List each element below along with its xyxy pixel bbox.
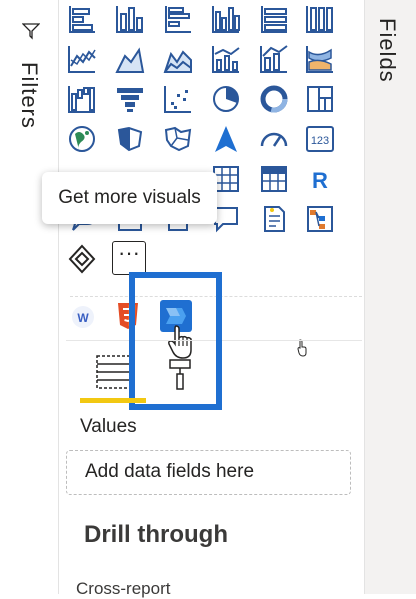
azure-map-icon[interactable] [211, 124, 241, 154]
waterfall-chart-icon[interactable] [67, 84, 97, 114]
active-tab-indicator [80, 398, 146, 403]
build-visual-fields-icon[interactable] [94, 352, 134, 392]
ribbon-chart-icon[interactable] [305, 44, 335, 74]
clustered-bar-chart-icon[interactable] [163, 4, 193, 34]
card-icon-label: 123 [311, 135, 329, 147]
matrix-icon[interactable] [259, 164, 289, 194]
filled-map-icon[interactable] [115, 124, 145, 154]
donut-chart-icon[interactable] [259, 84, 289, 114]
values-label: Values [80, 416, 137, 437]
pie-chart-icon[interactable] [211, 84, 241, 114]
scatter-chart-icon[interactable] [163, 84, 193, 114]
filters-pane-collapsed[interactable]: Filters [0, 0, 59, 594]
treemap-icon[interactable] [305, 84, 335, 114]
stacked-bar-chart-icon[interactable] [67, 4, 97, 34]
filters-label: Filters [17, 62, 42, 129]
word-cloud-icon-label: W [77, 311, 89, 325]
smart-narrative-icon[interactable] [259, 204, 289, 234]
funnel-icon[interactable] [115, 84, 145, 114]
card-icon[interactable]: 123 [305, 124, 335, 154]
filter-funnel-icon [21, 22, 41, 45]
map-icon[interactable] [67, 124, 97, 154]
highlight-box [129, 272, 222, 410]
shape-map-icon[interactable] [163, 124, 193, 154]
get-more-visuals-tooltip: Get more visuals [42, 172, 217, 224]
clustered-column-chart-icon[interactable] [211, 4, 241, 34]
stacked-column-chart-icon[interactable] [115, 4, 145, 34]
line-and-stacked-column-chart-icon[interactable] [259, 44, 289, 74]
100-stacked-column-chart-icon[interactable] [305, 4, 335, 34]
line-chart-icon[interactable] [67, 44, 97, 74]
cross-report-label: Cross-report [76, 579, 171, 598]
word-cloud-icon[interactable]: W [70, 304, 96, 330]
power-apps-icon[interactable] [67, 244, 97, 274]
get-more-visuals-button[interactable]: ··· [112, 241, 146, 275]
line-and-column-chart-icon[interactable] [211, 44, 241, 74]
stacked-area-chart-icon[interactable] [163, 44, 193, 74]
r-script-visual-icon[interactable]: R [305, 164, 335, 194]
mouse-pointer-icon [296, 339, 308, 362]
decomposition-tree-icon[interactable] [305, 204, 335, 234]
fields-label: Fields [375, 18, 400, 83]
drill-through-title: Drill through [84, 521, 228, 548]
r-icon-label: R [312, 168, 328, 193]
100-stacked-bar-chart-icon[interactable] [259, 4, 289, 34]
area-chart-icon[interactable] [115, 44, 145, 74]
gauge-icon[interactable] [259, 124, 289, 154]
add-data-fields-well[interactable]: Add data fields here [66, 450, 351, 495]
